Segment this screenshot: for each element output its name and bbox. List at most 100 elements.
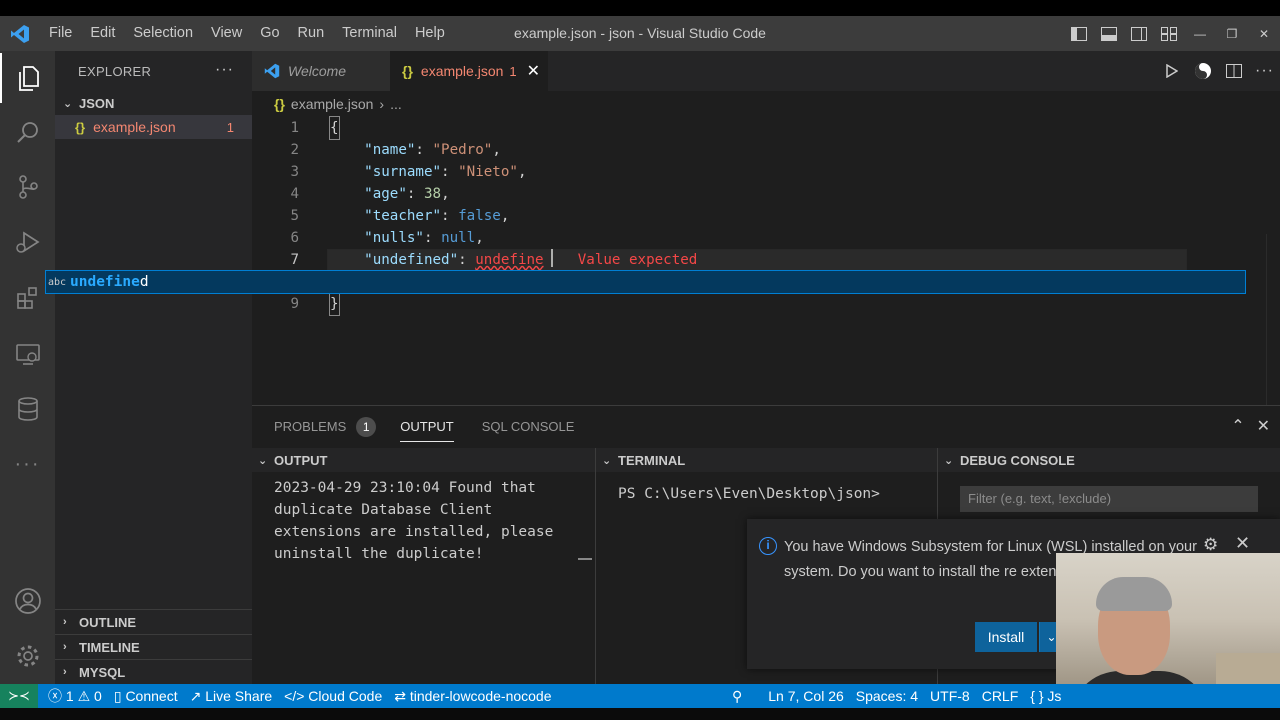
terminal-prompt[interactable]: PS C:\Users\Even\Desktop\json>	[596, 472, 937, 516]
run-debug-icon[interactable]	[0, 217, 55, 267]
code-editor[interactable]: 1 { 2 "name": "Pedro", 3 "surname": "Nie…	[252, 116, 1280, 522]
file-example-json[interactable]: {} example.json 1	[55, 115, 252, 139]
section-mysql[interactable]: › MYSQL	[55, 659, 252, 684]
menu-run[interactable]: Run	[289, 16, 334, 51]
section-outline[interactable]: › OUTLINE	[55, 609, 252, 634]
accounts-icon[interactable]	[0, 576, 55, 626]
menu-view[interactable]: View	[202, 16, 251, 51]
info-icon: i	[759, 537, 777, 555]
code-line: 4 "age": 38,	[252, 183, 1262, 205]
remote-explorer-icon[interactable]	[0, 329, 55, 379]
line-number: 2	[290, 142, 299, 158]
tab-problems[interactable]: PROBLEMS 1	[266, 406, 384, 448]
warning-count: 0	[94, 688, 102, 704]
search-icon[interactable]	[0, 108, 55, 158]
sidebar-bottom-sections: › OUTLINE › TIMELINE › MYSQL	[55, 609, 252, 684]
live-preview-icon[interactable]	[1187, 51, 1218, 91]
menu-terminal[interactable]: Terminal	[333, 16, 406, 51]
close-panel-icon[interactable]: ✕	[1257, 416, 1270, 436]
status-connect[interactable]: ▯ Connect	[108, 684, 184, 708]
status-eol[interactable]: CRLF	[976, 684, 1025, 708]
more-actions-icon[interactable]: ···	[1249, 51, 1280, 91]
section-timeline[interactable]: › TIMELINE	[55, 634, 252, 659]
debug-filter-input[interactable]: Filter (e.g. text, !exclude)	[960, 486, 1258, 512]
menu-edit[interactable]: Edit	[81, 16, 124, 51]
tab-welcome-label: Welcome	[288, 63, 347, 79]
notification-settings-gear-icon[interactable]: ⚙	[1203, 535, 1218, 555]
output-header[interactable]: ⌄ OUTPUT	[252, 448, 595, 472]
suggestion-rest: d	[139, 274, 149, 290]
status-indentation[interactable]: Spaces: 4	[850, 684, 924, 708]
toggle-secondary-sidebar-icon[interactable]	[1124, 16, 1154, 51]
breadcrumb-file[interactable]: example.json	[291, 96, 374, 112]
status-language[interactable]: { } Js	[1024, 684, 1067, 708]
status-cursor-position[interactable]: Ln 7, Col 26	[762, 684, 850, 708]
menu-help[interactable]: Help	[406, 16, 454, 51]
manage-gear-icon[interactable]	[0, 631, 55, 681]
close-tab-icon[interactable]: ✕	[527, 61, 540, 81]
code-line: 2 "name": "Pedro",	[252, 139, 1262, 161]
explorer-more-icon[interactable]: ···	[215, 61, 234, 79]
status-connect-label: Connect	[125, 688, 178, 704]
restore-icon[interactable]: ❐	[1216, 16, 1248, 51]
chevron-down-icon: ⌄	[258, 454, 268, 467]
install-button[interactable]: Install	[975, 622, 1037, 652]
text-cursor	[551, 249, 553, 267]
maximize-panel-icon[interactable]: ⌃	[1231, 416, 1244, 436]
menu-selection[interactable]: Selection	[124, 16, 202, 51]
json-value: 38	[423, 186, 442, 202]
tab-example-json[interactable]: {} example.json 1 ✕	[390, 51, 548, 91]
status-cloud-code-label: Cloud Code	[308, 688, 383, 704]
status-live-share[interactable]: ↗ Live Share	[184, 684, 279, 708]
tab-sql-console[interactable]: SQL CONSOLE	[474, 406, 583, 448]
activity-bar: ···	[0, 51, 55, 684]
location-pin-icon[interactable]: ⚲	[726, 684, 748, 708]
suggestion-match: undefine	[70, 274, 140, 290]
json-file-icon: {}	[75, 119, 86, 135]
json-key: "undefined"	[364, 252, 459, 268]
explorer-sidebar: EXPLORER ··· ⌄ JSON {} example.json 1 › …	[55, 51, 252, 684]
status-branch[interactable]: ⇄ tinder-lowcode-nocode	[388, 684, 557, 708]
file-label: example.json	[93, 119, 176, 135]
remote-indicator-icon[interactable]: ≻≺	[0, 684, 38, 708]
status-cloud-code[interactable]: </> Cloud Code	[278, 684, 388, 708]
toggle-panel-icon[interactable]	[1094, 16, 1124, 51]
tab-output-label: OUTPUT	[400, 419, 454, 434]
debug-header[interactable]: ⌄ DEBUG CONSOLE	[938, 448, 1280, 472]
split-editor-icon[interactable]	[1218, 51, 1249, 91]
vscode-logo-icon	[0, 16, 40, 51]
tab-welcome[interactable]: Welcome	[252, 51, 390, 91]
output-scrollbar[interactable]	[578, 558, 592, 560]
panel-tabs: PROBLEMS 1 OUTPUT SQL CONSOLE	[252, 406, 1280, 448]
breadcrumb-rest[interactable]: ...	[390, 96, 402, 112]
explorer-title: EXPLORER	[78, 63, 152, 79]
source-control-icon[interactable]	[0, 162, 55, 212]
suggestion-item[interactable]: undefined	[70, 274, 149, 290]
code-line: 7 "undefined": undefine Value expected	[252, 249, 1262, 271]
menu-go[interactable]: Go	[251, 16, 288, 51]
minimize-icon[interactable]: —	[1184, 16, 1216, 51]
explorer-icon[interactable]	[0, 53, 55, 103]
menu-file[interactable]: File	[40, 16, 81, 51]
problems-status[interactable]: ⓧ 1 ⚠ 0	[42, 684, 108, 708]
json-value-error: undefine	[475, 252, 544, 268]
customize-layout-icon[interactable]	[1154, 16, 1184, 51]
json-value: "Pedro"	[432, 142, 493, 158]
folder-json[interactable]: ⌄ JSON	[55, 91, 252, 115]
status-encoding[interactable]: UTF-8	[924, 684, 976, 708]
run-play-icon[interactable]	[1156, 51, 1187, 91]
database-icon[interactable]	[0, 384, 55, 434]
tab-output[interactable]: OUTPUT	[392, 406, 461, 448]
breadcrumb: {} example.json › ...	[252, 91, 1280, 117]
chevron-right-icon: ›	[63, 616, 67, 628]
line-text: "surname": "Nieto",	[364, 164, 527, 180]
toggle-sidebar-icon[interactable]	[1064, 16, 1094, 51]
notification-close-icon[interactable]: ✕	[1235, 533, 1250, 554]
more-views-icon[interactable]: ···	[0, 439, 55, 489]
json-key: "teacher"	[364, 208, 442, 224]
close-window-icon[interactable]: ✕	[1248, 16, 1280, 51]
terminal-header[interactable]: ⌄ TERMINAL	[596, 448, 937, 472]
suggest-widget[interactable]: abc undefined	[45, 270, 1246, 294]
code-icon: </>	[284, 688, 305, 704]
explorer-header: EXPLORER ···	[55, 51, 252, 91]
